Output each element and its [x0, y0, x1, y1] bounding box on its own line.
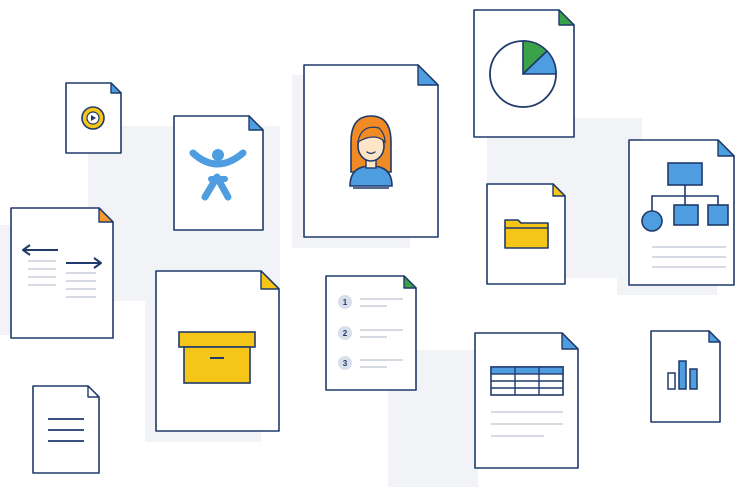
org-chart-document [628, 139, 735, 287]
list-number-2: 2 [343, 329, 348, 338]
list-number-3: 3 [343, 359, 348, 368]
numbered-list-document: 1 2 3 [325, 275, 418, 392]
atlassian-document [173, 115, 265, 232]
folder-icon [504, 219, 549, 249]
table-document [474, 332, 580, 470]
archive-box-icon [178, 331, 256, 384]
archive-document [155, 270, 281, 433]
person-avatar-icon [349, 115, 393, 189]
profile-document [303, 64, 440, 239]
video-play-icon [81, 106, 105, 130]
bar-chart-document [650, 330, 722, 424]
exchange-document [10, 207, 115, 340]
text-document [32, 385, 101, 475]
pie-chart-document [473, 9, 576, 139]
folder-document [486, 183, 567, 286]
video-document [65, 82, 123, 155]
list-number-1: 1 [343, 298, 348, 307]
pie-chart-icon [489, 40, 557, 108]
